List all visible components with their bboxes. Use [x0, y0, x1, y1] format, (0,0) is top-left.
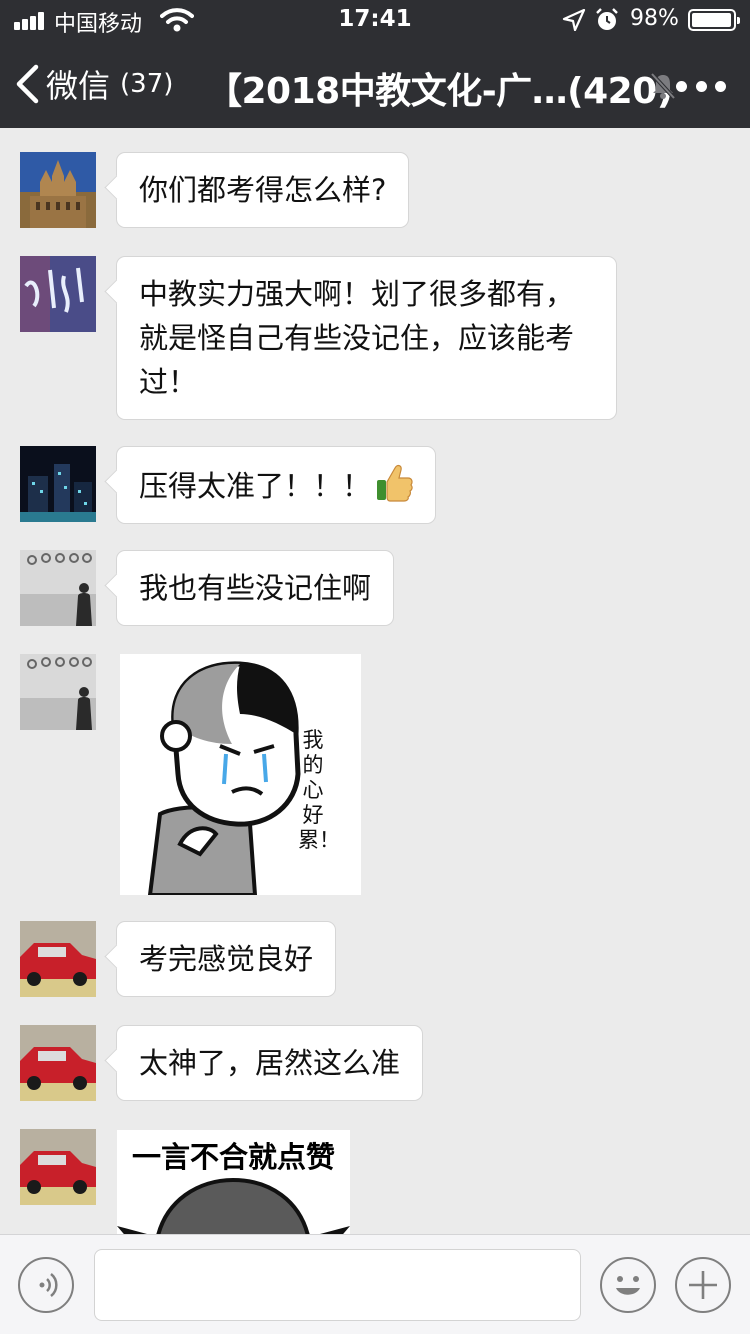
avatar[interactable] [20, 1025, 96, 1101]
avatar[interactable] [20, 550, 96, 626]
message-text-line: 过！ [139, 365, 198, 399]
back-button[interactable]: 微信 (37) [14, 62, 173, 106]
nav-bar: 微信 (37) 【2018中教文化-广…(420) [0, 40, 750, 128]
chevron-left-icon [16, 64, 39, 104]
status-bar: 中国移动 17:41 98% [0, 0, 750, 40]
sticker-image[interactable]: 一言不合就点赞 [117, 1130, 350, 1234]
sticker-text: 我的心好累！ [298, 728, 340, 852]
unread-count: (37) [120, 69, 174, 99]
avatar[interactable] [20, 446, 96, 522]
top-bar: 中国移动 17:41 98% 微信 (37) 【2018中教文化-广…(420) [0, 0, 750, 128]
message-input[interactable] [94, 1249, 581, 1321]
message-bubble[interactable]: 我也有些没记住啊 [116, 550, 395, 626]
voice-icon [39, 1273, 58, 1297]
message-text: 压得太准了！！！ [139, 469, 372, 503]
emoji-button[interactable] [600, 1257, 656, 1313]
message-text-line: 中教实力强大啊！划了很多都有， [139, 277, 575, 311]
avatar[interactable] [20, 152, 96, 228]
more-icon[interactable] [676, 76, 726, 96]
back-label: 微信 [46, 67, 111, 105]
message-bubble[interactable]: 太神了，居然这么准 [116, 1025, 424, 1101]
plus-icon [689, 1271, 717, 1299]
input-bar [0, 1234, 750, 1334]
message-list[interactable]: 你们都考得怎么样? 中教实力强大啊！划了很多都有， 就是怪自己有些没记住，应该能… [0, 128, 750, 1234]
avatar[interactable] [20, 1129, 96, 1205]
chat-title: 【2018中教文化-广…(420) [206, 71, 673, 112]
message-text: 考完感觉良好 [139, 942, 314, 976]
avatar[interactable] [20, 921, 96, 997]
voice-button[interactable] [18, 1257, 74, 1313]
avatar[interactable] [20, 654, 96, 730]
message-bubble[interactable]: 考完感觉良好 [116, 921, 337, 997]
message-bubble[interactable]: 中教实力强大啊！划了很多都有， 就是怪自己有些没记住，应该能考 过！ [116, 256, 617, 420]
message-text: 你们都考得怎么样? [139, 173, 387, 207]
avatar[interactable] [20, 256, 96, 332]
emoji-icon [616, 1276, 640, 1295]
battery-fill [692, 13, 732, 27]
battery-percent: 98% [630, 6, 679, 31]
message-bubble[interactable]: 压得太准了！！！ [116, 446, 437, 524]
message-text: 太神了，居然这么准 [139, 1046, 401, 1080]
battery-icon [688, 9, 740, 31]
bell-muted-icon [650, 72, 676, 100]
thumbs-up-icon [377, 464, 413, 502]
plus-button[interactable] [675, 1257, 731, 1313]
sticker-image[interactable]: 我的心好累！ [120, 654, 361, 897]
message-text: 我也有些没记住啊 [139, 571, 372, 605]
message-text-line: 就是怪自己有些没记住，应该能考 [139, 321, 575, 355]
message-bubble[interactable]: 你们都考得怎么样? [116, 152, 410, 228]
location-arrow-icon [562, 9, 586, 31]
alarm-icon [596, 8, 618, 30]
